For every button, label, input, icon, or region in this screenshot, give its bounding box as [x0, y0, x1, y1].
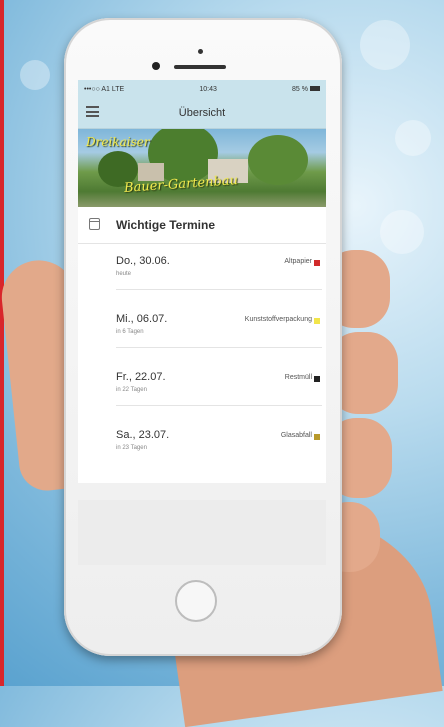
waste-color-marker	[314, 376, 320, 382]
bokeh-light	[395, 120, 431, 156]
clock: 10:43	[199, 85, 217, 93]
appointment-type: Glasabfall	[280, 432, 312, 439]
front-camera	[152, 62, 160, 70]
phone: •••○○ A1 LTE 10:43 85 % Übersicht Dreika…	[64, 18, 342, 656]
appointment-date: Fr., 22.07.	[116, 371, 166, 383]
appointment-type: Kunststoffverpackung	[244, 316, 312, 323]
earpiece-speaker	[174, 65, 226, 69]
appointments-card: Wichtige Termine Do., 30.06. heute Altpa…	[78, 207, 326, 483]
header-banner-image: Dreikaiser Bauer-Gartenbau	[78, 129, 326, 207]
bokeh-light	[360, 20, 410, 70]
section-title: Wichtige Termine	[116, 218, 216, 232]
battery-label: 85 %	[292, 85, 308, 93]
carrier-label: •••○○ A1 LTE	[84, 85, 125, 93]
nav-bar: Übersicht	[78, 98, 326, 129]
home-button[interactable]	[175, 580, 217, 622]
bokeh-light	[20, 60, 50, 90]
appointment-date: Mi., 06.07.	[116, 313, 168, 325]
appointment-row[interactable]: Do., 30.06. heute Altpapier	[116, 245, 322, 290]
waste-color-marker	[314, 434, 320, 440]
appointment-relative: heute	[116, 271, 132, 277]
page-title: Übersicht	[178, 107, 226, 119]
appointment-type: Restmüll	[284, 374, 312, 381]
tree	[248, 135, 308, 185]
appointment-relative: in 23 Tagen	[116, 445, 147, 451]
section-header: Wichtige Termine	[78, 207, 326, 244]
waste-color-marker	[314, 260, 320, 266]
banner-title: Dreikaiser	[86, 135, 150, 149]
appointment-row[interactable]: Mi., 06.07. in 6 Tagen Kunststoffverpack…	[116, 303, 322, 348]
waste-color-marker	[314, 318, 320, 324]
appointment-relative: in 22 Tagen	[116, 387, 147, 393]
battery-icon	[309, 86, 320, 92]
appointment-row[interactable]: Fr., 22.07. in 22 Tagen Restmüll	[116, 361, 322, 406]
appointment-relative: in 6 Tagen	[116, 329, 144, 335]
calendar-icon	[89, 218, 100, 230]
appointment-type: Altpapier	[284, 258, 312, 265]
phone-screen: •••○○ A1 LTE 10:43 85 % Übersicht Dreika…	[78, 80, 326, 565]
appointment-row[interactable]: Sa., 23.07. in 23 Tagen Glasabfall	[116, 419, 322, 463]
sensor-dot	[198, 49, 203, 54]
battery-indicator: 85 %	[292, 86, 320, 93]
status-bar: •••○○ A1 LTE 10:43 85 %	[78, 80, 326, 98]
appointment-date: Do., 30.06.	[116, 255, 170, 267]
appointment-date: Sa., 23.07.	[116, 429, 170, 441]
empty-area	[78, 500, 326, 565]
